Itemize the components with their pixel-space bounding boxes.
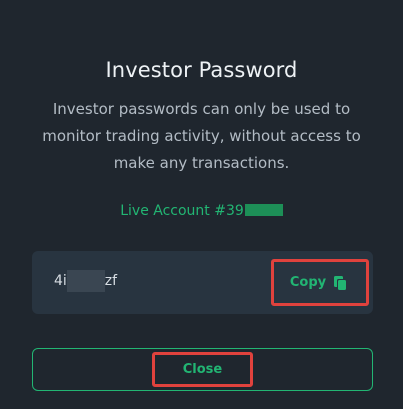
password-suffix: zf (104, 273, 118, 289)
copy-label: Copy (289, 275, 327, 290)
close-button-label-box: Close (152, 352, 253, 387)
dialog-title: Investor Password (105, 58, 298, 82)
account-label: Live Account #39 (120, 203, 244, 219)
dialog-description: Investor passwords can only be used to m… (42, 100, 361, 172)
password-redaction (67, 270, 105, 292)
close-label: Close (182, 362, 223, 377)
password-prefix: 4i (54, 273, 67, 289)
copy-icon (332, 274, 350, 292)
copy-button[interactable]: Copy (271, 259, 369, 306)
password-field: 4i zf Copy (32, 251, 373, 314)
close-button[interactable]: Close (32, 348, 373, 391)
account-label-row: Live Account #39 (0, 203, 403, 219)
investor-password-dialog: Investor Password Investor passwords can… (0, 0, 403, 409)
account-number-redaction (244, 204, 283, 216)
